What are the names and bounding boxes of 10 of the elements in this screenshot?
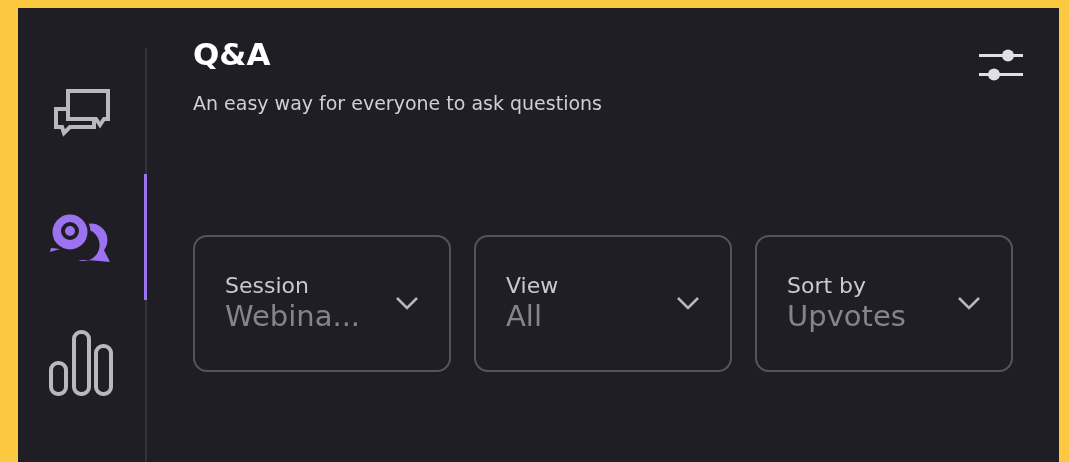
chevron-down-icon [676,296,700,311]
panel-subtitle: An easy way for everyone to ask questions [193,91,602,117]
chevron-down-icon [395,296,419,311]
settings-icon[interactable] [979,47,1025,81]
bar-chart-icon [48,330,114,396]
filter-dropdown[interactable]: View All [474,234,732,372]
filter-dropdown[interactable]: Sort by Upvotes [755,234,1013,372]
filter-dropdown[interactable]: Session Webina... [193,234,451,372]
panel-title: Q&A [193,36,272,74]
chevron-down-icon [957,296,981,311]
